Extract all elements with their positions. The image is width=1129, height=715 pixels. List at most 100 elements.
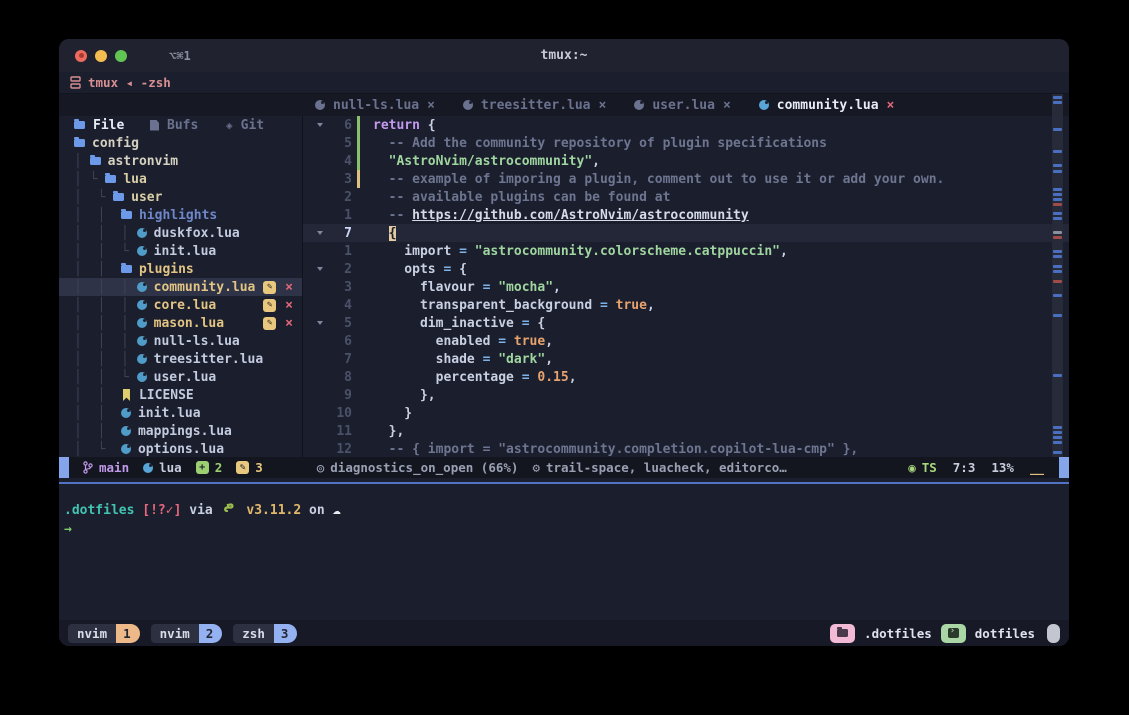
close-icon[interactable]: × — [723, 98, 731, 113]
token: "mocha" — [498, 280, 553, 295]
code-line[interactable]: 7 shade = "dark", — [303, 350, 1069, 368]
buffer-tab-null-ls.lua[interactable]: null-ls.lua× — [315, 98, 435, 113]
tmux-window-nvim-2[interactable]: nvim2 — [151, 624, 223, 643]
token: { — [537, 316, 545, 331]
tree-guide: │ │ │ — [74, 226, 137, 241]
prompt-arrow-icon: → — [64, 520, 72, 539]
tree-item-options.lua[interactable]: │ └ options.lua — [59, 440, 302, 457]
tree-item-user.lua[interactable]: │ │ └ user.lua — [59, 368, 302, 386]
close-icon[interactable]: × — [427, 98, 435, 113]
git-sign — [352, 134, 366, 152]
git-sign — [352, 296, 366, 314]
prompt-input-line[interactable]: → — [64, 520, 1069, 539]
buffer-tab-community.lua[interactable]: community.lua× — [759, 98, 895, 113]
tree-item-mason.lua[interactable]: │ │ │ mason.lua✎× — [59, 314, 302, 332]
sidebar-tab-git[interactable]: ◈Git — [226, 118, 302, 133]
buffer-tab-treesitter.lua[interactable]: treesitter.lua× — [463, 98, 606, 113]
code-line[interactable]: 2 -- available plugins can be found at — [303, 188, 1069, 206]
folder-icon — [105, 175, 116, 183]
scrollbar[interactable] — [1052, 94, 1063, 457]
code-line[interactable]: 12 -- { import = "astrocommunity.complet… — [303, 440, 1069, 457]
code-line[interactable]: 5 dim_inactive = { — [303, 314, 1069, 332]
scrollbar-mark — [1053, 436, 1062, 439]
code-line[interactable]: 4 "AstroNvim/astrocommunity", — [303, 152, 1069, 170]
code-line[interactable]: 4 transparent_background = true, — [303, 296, 1069, 314]
token: , — [545, 352, 553, 367]
zoom-button[interactable] — [115, 50, 127, 62]
tree-guide: │ │ │ — [74, 280, 137, 295]
prompt-segment: .dotfiles — [64, 501, 134, 520]
line-number: 2 — [327, 262, 352, 277]
terminal-tab[interactable]: tmux ◂ -zsh — [59, 72, 1069, 94]
tree-item-community.lua[interactable]: │ │ │ community.lua✎× — [59, 278, 302, 296]
git-sign — [352, 404, 366, 422]
code-text: { — [366, 226, 396, 241]
fold-icon[interactable] — [312, 123, 327, 127]
tree-item-init.lua[interactable]: │ │ init.lua — [59, 404, 302, 422]
code-line[interactable]: 1 -- https://github.com/AstroNvim/astroc… — [303, 206, 1069, 224]
code-line[interactable]: 11 }, — [303, 422, 1069, 440]
neotree-source-tabs: FileBufs◈Git — [59, 116, 302, 134]
shell-pane[interactable]: .dotfiles [!?✓] via v3.11.2 on ☁ → — [59, 488, 1069, 620]
close-icon[interactable]: × — [599, 98, 607, 113]
git-sign — [352, 242, 366, 260]
tree-item-astronvim[interactable]: │ astronvim — [59, 152, 302, 170]
code-line[interactable]: 7 { — [303, 224, 1069, 242]
code-line[interactable]: 10 } — [303, 404, 1069, 422]
modified-icon: ✎ — [263, 281, 276, 294]
tree-item-plugins[interactable]: │ │ plugins — [59, 260, 302, 278]
line-number: 5 — [327, 136, 352, 151]
code-line[interactable]: 1 import = "astrocommunity.colorscheme.c… — [303, 242, 1069, 260]
scroll-percent: 13% — [991, 460, 1014, 475]
tree-item-label: user.lua — [154, 370, 217, 385]
sidebar-tab-file[interactable]: File — [74, 118, 150, 133]
fold-icon[interactable] — [312, 321, 327, 325]
code-line[interactable]: 3 -- example of imporing a plugin, comme… — [303, 170, 1069, 188]
tmux-pane-separator[interactable] — [59, 482, 1069, 484]
git-sign — [352, 386, 366, 404]
tree-item-LICENSE[interactable]: │ │ LICENSE — [59, 386, 302, 404]
line-number: 3 — [327, 172, 352, 187]
code-line[interactable]: 9 }, — [303, 386, 1069, 404]
folder-icon — [837, 629, 848, 637]
statusline: main lua + 2 ✎ 3 ◎ diagnostics_on_open (… — [59, 457, 1069, 478]
tree-item-mappings.lua[interactable]: │ │ mappings.lua — [59, 422, 302, 440]
close-button[interactable] — [75, 50, 87, 62]
tree-guide: │ │ — [74, 406, 121, 421]
tree-item-core.lua[interactable]: │ │ │ core.lua✎× — [59, 296, 302, 314]
tree-item-duskfox.lua[interactable]: │ │ │ duskfox.lua — [59, 224, 302, 242]
tree-item-label: treesitter.lua — [154, 352, 264, 367]
editor[interactable]: 6return {5 -- Add the community reposito… — [303, 116, 1069, 457]
token: transparent_background — [373, 298, 600, 313]
close-icon[interactable]: × — [887, 98, 895, 113]
tree-item-user[interactable]: │ └ user — [59, 188, 302, 206]
buffer-tab-user.lua[interactable]: user.lua× — [634, 98, 730, 113]
sidebar-tab-bufs[interactable]: Bufs — [150, 118, 226, 133]
code-text: -- { import = "astrocommunity.completion… — [366, 442, 858, 457]
code-line[interactable]: 8 percentage = 0.15, — [303, 368, 1069, 386]
code-text: dim_inactive = { — [366, 316, 545, 331]
code-line[interactable]: 3 flavour = "mocha", — [303, 278, 1069, 296]
tree-item-treesitter.lua[interactable]: │ │ │ treesitter.lua — [59, 350, 302, 368]
minimize-button[interactable] — [95, 50, 107, 62]
tree-guide: │ │ — [74, 208, 121, 223]
tree-item-config[interactable]: config — [59, 134, 302, 152]
tmux-window-nvim-1[interactable]: nvim1 — [68, 624, 140, 643]
code-line[interactable]: 6 enabled = true, — [303, 332, 1069, 350]
code-line[interactable]: 2 opts = { — [303, 260, 1069, 278]
terminal-window: ⌥⌘1 tmux:~ tmux ◂ -zsh null-ls.lua×trees… — [59, 39, 1069, 646]
code-line[interactable]: 6return { — [303, 116, 1069, 134]
tree-guide: │ — [74, 154, 90, 169]
line-number: 4 — [327, 298, 352, 313]
tree-item-lua[interactable]: │ └ lua — [59, 170, 302, 188]
code-line[interactable]: 5 -- Add the community repository of plu… — [303, 134, 1069, 152]
tmux-window-zsh-3[interactable]: zsh3 — [233, 624, 297, 643]
tree-item-null-ls.lua[interactable]: │ │ │ null-ls.lua — [59, 332, 302, 350]
fold-icon[interactable] — [312, 231, 327, 235]
token: -- example of imporing a plugin, comment… — [373, 172, 944, 187]
token: "AstroNvim/astrocommunity" — [373, 154, 592, 169]
tree-item-init.lua[interactable]: │ │ └ init.lua — [59, 242, 302, 260]
tree-item-highlights[interactable]: │ │ highlights — [59, 206, 302, 224]
fold-icon[interactable] — [312, 267, 327, 271]
token: }, — [373, 424, 404, 439]
